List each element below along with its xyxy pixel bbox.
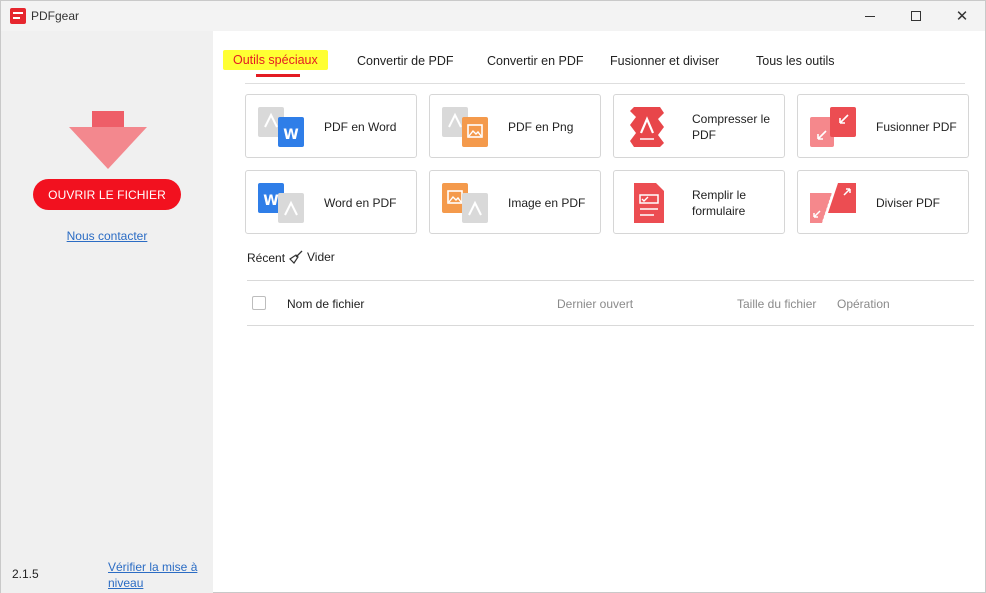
tab-convert-to-pdf[interactable]: Convertir en PDF: [487, 54, 584, 68]
recent-title: Récent: [247, 251, 286, 265]
pdf-to-png-icon: [442, 107, 488, 147]
pdfgear-logo-icon: [10, 8, 26, 24]
window-title: PDFgear: [31, 9, 80, 23]
contact-link[interactable]: Nous contacter: [1, 229, 213, 243]
svg-text:W: W: [263, 193, 278, 209]
tool-card-compress-pdf[interactable]: Compresser le PDF: [613, 94, 785, 158]
column-header-size[interactable]: Taille du fichier: [737, 297, 816, 311]
tool-card-pdf-to-png[interactable]: PDF en Png: [429, 94, 601, 158]
fill-form-icon: [634, 183, 664, 223]
version-label: 2.1.5: [12, 567, 39, 581]
tool-card-fill-form[interactable]: Remplir le formulaire: [613, 170, 785, 234]
tool-label: Fusionner PDF: [876, 120, 957, 134]
broom-icon: [289, 250, 303, 264]
svg-text:W: W: [283, 127, 298, 143]
maximize-button[interactable]: [893, 1, 939, 31]
tool-label: Word en PDF: [324, 196, 397, 210]
check-update-link[interactable]: Vérifier la mise à niveau: [108, 559, 208, 591]
tool-label: PDF en Png: [508, 120, 574, 134]
tool-card-word-to-pdf[interactable]: W Word en PDF: [245, 170, 417, 234]
image-to-pdf-icon: [442, 183, 488, 223]
close-button[interactable]: ✕: [939, 1, 985, 31]
tool-card-image-to-pdf[interactable]: Image en PDF: [429, 170, 601, 234]
maximize-icon: [911, 11, 921, 21]
tool-card-split-pdf[interactable]: Diviser PDF: [797, 170, 969, 234]
active-tab-indicator: [256, 74, 300, 77]
split-pdf-icon: [810, 183, 856, 223]
tool-label: Diviser PDF: [876, 196, 941, 210]
tool-card-merge-pdf[interactable]: Fusionner PDF: [797, 94, 969, 158]
minimize-button[interactable]: [847, 1, 893, 31]
minimize-icon: [865, 15, 875, 17]
tool-label: Image en PDF: [508, 196, 586, 210]
merge-pdf-icon: [810, 107, 856, 147]
tool-label: PDF en Word: [324, 120, 397, 134]
compress-pdf-icon: [630, 107, 664, 147]
tool-label: Compresser le PDF: [692, 112, 771, 142]
open-file-button[interactable]: OUVRIR LE FICHIER: [33, 179, 181, 210]
pdf-to-word-icon: W: [258, 107, 304, 147]
tabs-divider: [245, 83, 965, 84]
sidebar: OUVRIR LE FICHIER Nous contacter 2.1.5 V…: [1, 31, 213, 593]
app-window: PDFgear ✕ OUVRIR LE FICHIER Nous contact…: [0, 0, 986, 593]
clear-recent-button[interactable]: Vider: [289, 250, 335, 264]
tool-label: Remplir le formulaire: [692, 188, 747, 218]
close-icon: ✕: [955, 6, 969, 25]
clear-recent-label: Vider: [307, 250, 335, 264]
column-header-name[interactable]: Nom de fichier: [287, 297, 364, 311]
title-bar: PDFgear ✕: [1, 1, 985, 31]
column-header-last-opened[interactable]: Dernier ouvert: [557, 297, 633, 311]
tab-bar: Outils spéciaux Convertir de PDF Convert…: [214, 31, 986, 83]
column-header-operation: Opération: [837, 297, 890, 311]
tab-merge-split[interactable]: Fusionner et diviser: [610, 54, 719, 68]
tool-card-pdf-to-word[interactable]: W PDF en Word: [245, 94, 417, 158]
recent-header-divider: [247, 325, 974, 326]
tab-all-tools[interactable]: Tous les outils: [756, 54, 835, 68]
word-to-pdf-icon: W: [258, 183, 304, 223]
select-all-checkbox[interactable]: [252, 296, 266, 310]
tab-special-tools[interactable]: Outils spéciaux: [223, 50, 328, 70]
tab-convert-from-pdf[interactable]: Convertir de PDF: [357, 54, 454, 68]
download-arrow-icon: [69, 111, 147, 169]
recent-list-divider: [247, 280, 974, 281]
